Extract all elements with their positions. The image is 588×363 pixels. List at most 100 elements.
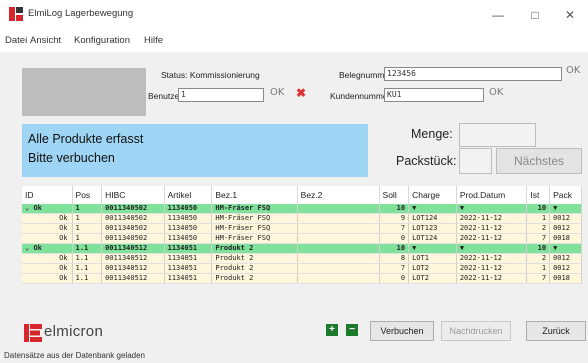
cell-prod-datum-dropdown[interactable]: ▼ bbox=[456, 243, 528, 254]
kundennummer-ok-icon[interactable]: OK bbox=[489, 87, 503, 98]
cell-charge: LOT1 bbox=[408, 253, 457, 264]
nachdrucken-button[interactable]: Nachdrucken bbox=[441, 321, 511, 341]
belegnummer-ok-icon[interactable]: OK bbox=[566, 65, 580, 76]
col-header-prod-datum[interactable]: Prod.Datum bbox=[456, 186, 528, 204]
cell-charge: LOT124 bbox=[408, 213, 457, 224]
cell-bez1: Produkt 2 bbox=[211, 243, 298, 254]
cell-pack-dropdown[interactable]: ▼ bbox=[549, 204, 582, 214]
menu-konfiguration[interactable]: Konfiguration bbox=[74, 35, 130, 46]
table-row[interactable]: Ok 1.1 0011340512 1134051 Produkt 2 8 LO… bbox=[22, 253, 582, 264]
benutzer-input[interactable]: 1 bbox=[178, 88, 264, 102]
cell-bez2 bbox=[297, 243, 380, 254]
kundennummer-input[interactable]: KU1 bbox=[384, 88, 484, 102]
col-header-bez1[interactable]: Bez.1 bbox=[211, 186, 298, 204]
cell-artikel: 1134050 bbox=[164, 204, 213, 214]
col-header-pos[interactable]: Pos bbox=[72, 186, 103, 204]
col-header-charge[interactable]: Charge bbox=[408, 186, 457, 204]
cell-id: Ok bbox=[22, 263, 73, 274]
cell-bez1: Produkt 2 bbox=[211, 273, 298, 284]
menu-bar: Datei Ansicht Konfiguration Hilfe bbox=[0, 30, 588, 52]
col-header-artikel[interactable]: Artikel bbox=[164, 186, 213, 204]
table-row[interactable]: Ok 1.1 0011340512 1134051 Produkt 2 7 LO… bbox=[22, 263, 582, 274]
benutzer-ok-icon[interactable]: OK bbox=[270, 87, 284, 98]
cancel-icon[interactable]: ✖ bbox=[296, 86, 306, 100]
table-row[interactable]: Ok 1 0011340502 1134050 HM-Fräser FSQ 7 … bbox=[22, 223, 582, 234]
cell-prod-datum-dropdown[interactable]: ▼ bbox=[456, 204, 528, 214]
cell-charge-dropdown[interactable]: ▼ bbox=[408, 243, 457, 254]
status-label: Status: Kommissionierung bbox=[161, 70, 260, 80]
cell-prod-datum: 2022-11-12 bbox=[456, 253, 528, 264]
collapse-all-button[interactable]: − bbox=[346, 324, 358, 336]
minimize-button[interactable]: — bbox=[488, 6, 508, 24]
cell-bez2 bbox=[297, 233, 380, 244]
menu-datei[interactable]: Datei bbox=[5, 35, 27, 46]
logo-text: elmicron bbox=[44, 323, 104, 340]
cell-ist: 2 bbox=[526, 253, 551, 264]
table-row[interactable]: Ok 1 0011340502 1134050 HM-Fräser FSQ 9 … bbox=[22, 213, 582, 224]
close-button[interactable]: ✕ bbox=[560, 6, 580, 24]
cell-pos: 1.1 bbox=[72, 273, 103, 284]
col-header-pack[interactable]: Pack bbox=[549, 186, 582, 204]
cell-bez1: HM-Fräser FSQ bbox=[211, 213, 298, 224]
cell-soll: 7 bbox=[379, 263, 410, 274]
table-row[interactable]: Ok 1 0011340502 1134050 HM-Fräser FSQ 0 … bbox=[22, 233, 582, 244]
cell-artikel: 1134050 bbox=[164, 223, 213, 234]
menu-hilfe[interactable]: Hilfe bbox=[144, 35, 163, 46]
cell-ist: 7 bbox=[526, 273, 551, 284]
cell-artikel: 1134051 bbox=[164, 253, 213, 264]
cell-pos: 1.1 bbox=[72, 263, 103, 274]
cell-charge-dropdown[interactable]: ▼ bbox=[408, 204, 457, 214]
cell-charge: LOT2 bbox=[408, 263, 457, 274]
cell-bez2 bbox=[297, 263, 380, 274]
table-group-row[interactable]: ⌄ Ok 1 0011340502 1134050 HM-Fräser FSQ … bbox=[22, 204, 582, 214]
cell-hibc: 0011340502 bbox=[101, 233, 165, 244]
cell-bez1: HM-Fräser FSQ bbox=[211, 204, 298, 214]
maximize-button[interactable]: □ bbox=[525, 6, 545, 24]
message-line-1: Alle Produkte erfasst bbox=[28, 132, 144, 146]
cell-pos: 1 bbox=[72, 213, 103, 224]
packstueck-input[interactable] bbox=[459, 148, 492, 174]
cell-ist: 1 bbox=[526, 213, 551, 224]
cell-bez2 bbox=[297, 204, 380, 214]
cell-prod-datum: 2022-11-12 bbox=[456, 233, 528, 244]
zurueck-button[interactable]: Zurück bbox=[526, 321, 586, 341]
col-header-id[interactable]: ID bbox=[22, 186, 73, 204]
menge-input[interactable] bbox=[459, 123, 536, 147]
table-row[interactable]: Ok 1.1 0011340512 1134051 Produkt 2 0 LO… bbox=[22, 273, 582, 284]
col-header-ist[interactable]: Ist bbox=[526, 186, 551, 204]
cell-id: Ok bbox=[22, 223, 73, 234]
table-group-row[interactable]: ⌄ Ok 1.1 0011340512 1134051 Produkt 2 10… bbox=[22, 243, 582, 254]
belegnummer-input[interactable]: 123456 bbox=[384, 67, 562, 81]
next-button[interactable]: Nächstes bbox=[496, 148, 582, 174]
cell-hibc: 0011340502 bbox=[101, 223, 165, 234]
elmicron-logo-icon bbox=[24, 324, 42, 342]
cell-pack: 0018 bbox=[549, 273, 582, 284]
cell-bez2 bbox=[297, 273, 380, 284]
verbuchen-button[interactable]: Verbuchen bbox=[370, 321, 434, 341]
cell-pack-dropdown[interactable]: ▼ bbox=[549, 243, 582, 254]
cell-hibc: 0011340512 bbox=[101, 243, 165, 254]
cell-charge: LOT124 bbox=[408, 233, 457, 244]
cell-bez2 bbox=[297, 223, 380, 234]
cell-id: Ok bbox=[22, 273, 73, 284]
expand-all-button[interactable]: + bbox=[326, 324, 338, 336]
menu-ansicht[interactable]: Ansicht bbox=[30, 35, 61, 46]
title-bar: ElmiLog Lagerbewegung — □ ✕ bbox=[0, 0, 588, 30]
cell-pos: 1 bbox=[72, 233, 103, 244]
col-header-bez2[interactable]: Bez.2 bbox=[297, 186, 380, 204]
cell-charge: LOT2 bbox=[408, 273, 457, 284]
chevron-down-icon[interactable]: ⌄ bbox=[25, 244, 29, 252]
col-header-hibc[interactable]: HIBC bbox=[101, 186, 165, 204]
cell-soll: 10 bbox=[379, 204, 410, 214]
window-title: ElmiLog Lagerbewegung bbox=[28, 8, 134, 19]
chevron-down-icon[interactable]: ⌄ bbox=[25, 204, 29, 212]
col-header-soll[interactable]: Soll bbox=[379, 186, 410, 204]
cell-prod-datum: 2022-11-12 bbox=[456, 273, 528, 284]
cell-hibc: 0011340512 bbox=[101, 263, 165, 274]
cell-ist: 10 bbox=[526, 243, 551, 254]
cell-id: ⌄ Ok bbox=[22, 243, 73, 254]
cell-pack: 0012 bbox=[549, 263, 582, 274]
cell-id: ⌄ Ok bbox=[22, 204, 73, 214]
cell-artikel: 1134051 bbox=[164, 263, 213, 274]
packstueck-label: Packstück: bbox=[396, 154, 457, 168]
